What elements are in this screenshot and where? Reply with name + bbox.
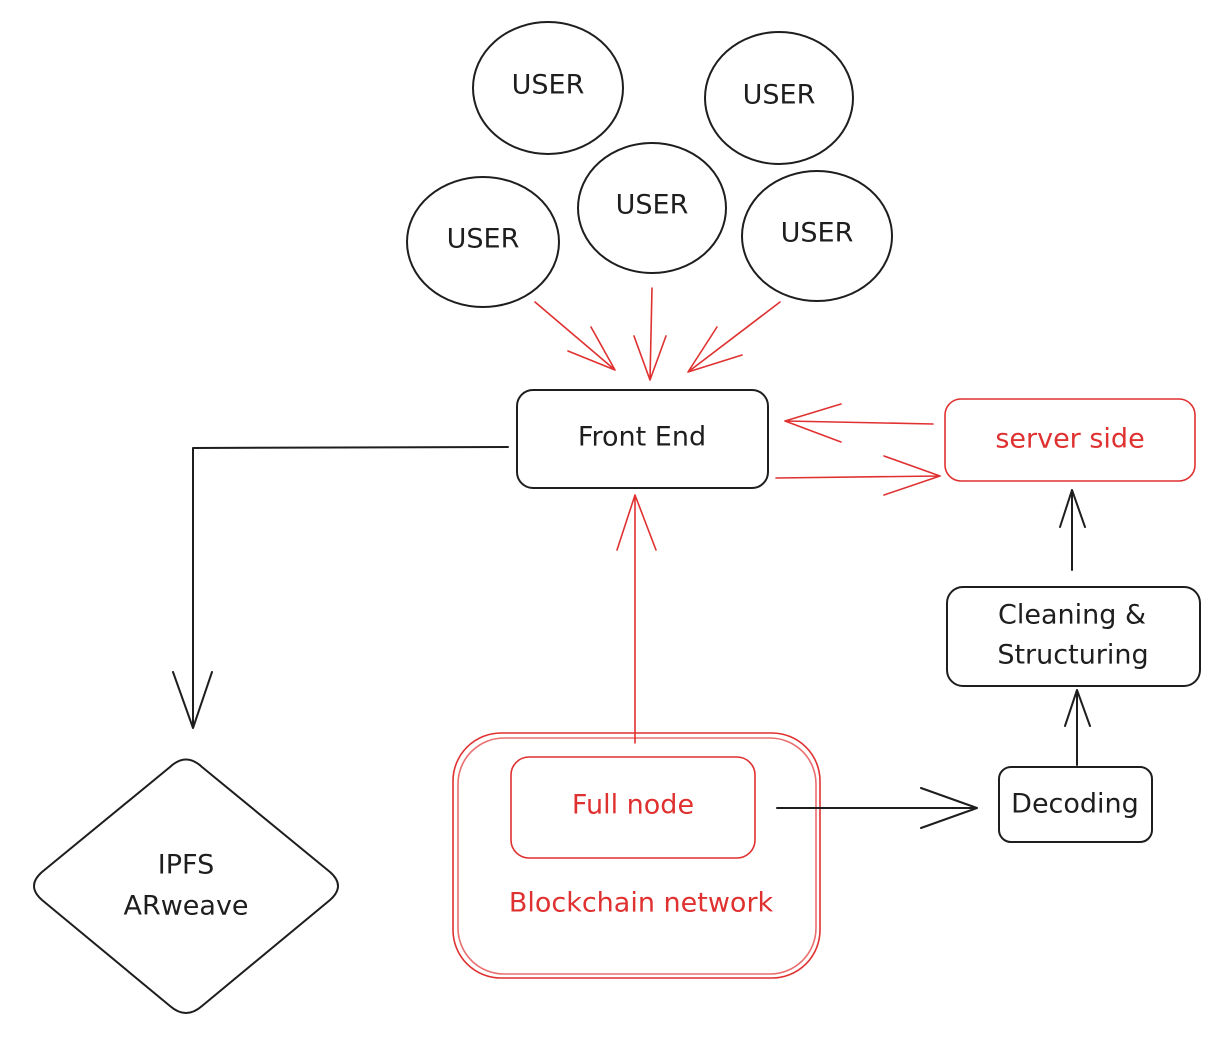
fullnode-to-frontend-arrow [616, 494, 657, 744]
structuring-label: Structuring [997, 640, 1148, 671]
user-node-1: USER [472, 21, 624, 155]
decoding-label: Decoding [1011, 789, 1139, 820]
cleaning-to-server-arrow [1059, 489, 1086, 571]
server-side-label: server side [995, 424, 1144, 455]
architecture-diagram: USER USER USER USER USER Front End serve… [33, 21, 1201, 1014]
storage-node: IPFS ARweave [33, 758, 339, 1014]
user-label: USER [616, 190, 689, 221]
frontend-to-storage-arrow [172, 446, 509, 729]
front-end-node: Front End [516, 389, 769, 489]
user-to-frontend-arrows [534, 287, 781, 381]
cleaning-structuring-node: Cleaning & Structuring [946, 586, 1201, 687]
user-node-5: USER [741, 170, 893, 302]
decoding-node: Decoding [998, 766, 1153, 843]
frontend-to-server-arrow [775, 455, 941, 496]
full-node-label: Full node [572, 790, 694, 821]
cleaning-label: Cleaning & [998, 600, 1146, 631]
user-node-3: USER [406, 176, 560, 308]
full-node: Full node [510, 756, 756, 859]
user-label: USER [447, 224, 520, 255]
storage-label-arweave: ARweave [123, 891, 248, 922]
server-side-node: server side [944, 398, 1196, 482]
blockchain-network-node: Blockchain network [452, 732, 821, 979]
user-label: USER [781, 218, 854, 249]
front-end-label: Front End [578, 422, 706, 453]
fullnode-to-decoding-arrow [776, 787, 978, 829]
storage-label-ipfs: IPFS [158, 850, 214, 881]
user-node-4: USER [577, 142, 727, 274]
user-node-2: USER [704, 31, 854, 165]
user-label: USER [743, 80, 816, 111]
server-to-frontend-arrow [784, 403, 934, 443]
blockchain-label: Blockchain network [509, 888, 774, 919]
user-label: USER [512, 70, 585, 101]
decoding-to-cleaning-arrow [1064, 689, 1091, 766]
